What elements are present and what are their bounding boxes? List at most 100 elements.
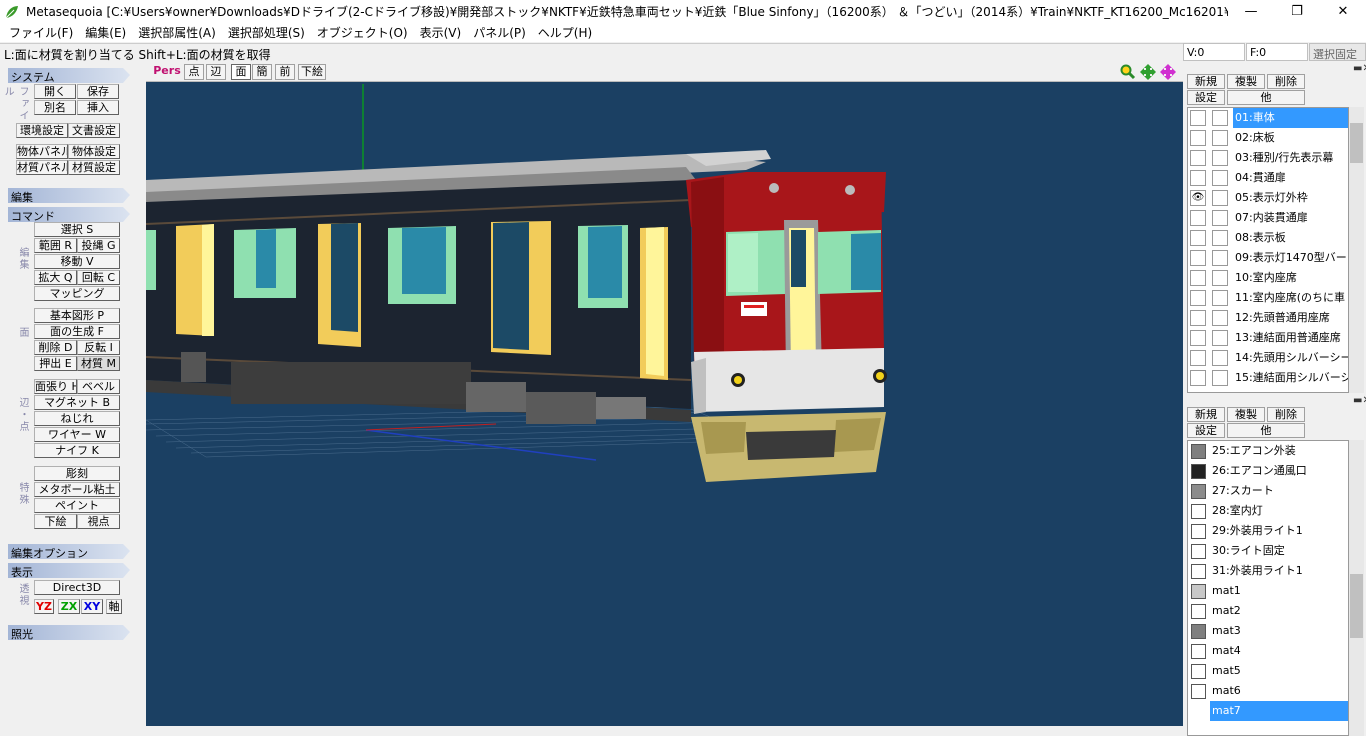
visibility-toggle[interactable] bbox=[1190, 290, 1206, 306]
list-item[interactable]: 31:外装用ライト1 bbox=[1188, 561, 1348, 581]
rotate-tool-button[interactable]: 回転 C bbox=[77, 270, 120, 285]
list-item[interactable]: 30:ライト固定 bbox=[1188, 541, 1348, 561]
object-settings-button[interactable]: 物体設定 bbox=[68, 144, 120, 159]
yz-view-button[interactable]: YZ bbox=[34, 599, 54, 614]
face-stretch-button[interactable]: 面張り H bbox=[34, 379, 77, 394]
object-settings-button[interactable]: 設定 bbox=[1187, 90, 1225, 105]
object-panel-close-icon[interactable]: ▬✕ bbox=[1353, 63, 1366, 74]
3d-viewport[interactable]: Pers 点 辺 面 簡 前 下絵 bbox=[146, 62, 1183, 726]
open-button[interactable]: 開く bbox=[34, 84, 76, 99]
delete-tool-button[interactable]: 削除 D bbox=[34, 340, 77, 355]
list-item[interactable]: mat3 bbox=[1188, 621, 1348, 641]
visibility-toggle[interactable] bbox=[1190, 230, 1206, 246]
material-delete-button[interactable]: 削除 bbox=[1267, 407, 1305, 422]
object-duplicate-button[interactable]: 複製 bbox=[1227, 74, 1265, 89]
object-other-button[interactable]: 他 bbox=[1227, 90, 1305, 105]
eye-icon[interactable]: 👁 bbox=[1190, 190, 1206, 206]
list-item[interactable]: 04:貫通扉 bbox=[1188, 168, 1348, 188]
viewpoint-tool-button[interactable]: 視点 bbox=[77, 514, 120, 529]
lock-toggle[interactable] bbox=[1212, 250, 1228, 266]
visibility-toggle[interactable] bbox=[1190, 330, 1206, 346]
mapping-tool-button[interactable]: マッピング bbox=[34, 286, 120, 301]
lock-toggle[interactable] bbox=[1212, 290, 1228, 306]
lock-toggle[interactable] bbox=[1212, 170, 1228, 186]
visibility-toggle[interactable] bbox=[1190, 170, 1206, 186]
list-item[interactable]: 10:室内座席 bbox=[1188, 268, 1348, 288]
list-item[interactable]: 09:表示灯1470型バー bbox=[1188, 248, 1348, 268]
list-item[interactable]: 👁 05:表示灯外枠 bbox=[1188, 188, 1348, 208]
lock-toggle[interactable] bbox=[1212, 110, 1228, 126]
knife-tool-button[interactable]: ナイフ K bbox=[34, 443, 120, 458]
scale-tool-button[interactable]: 拡大 Q bbox=[34, 270, 77, 285]
list-item[interactable]: 01:車体 bbox=[1188, 108, 1348, 128]
list-item[interactable]: 25:エアコン外装 bbox=[1188, 441, 1348, 461]
env-settings-button[interactable]: 環境設定 bbox=[16, 123, 68, 138]
lock-toggle[interactable] bbox=[1212, 230, 1228, 246]
select-tool-button[interactable]: 選択 S bbox=[34, 222, 120, 237]
list-item[interactable]: mat2 bbox=[1188, 601, 1348, 621]
menu-file[interactable]: ファイル(F) bbox=[3, 24, 79, 41]
lock-toggle[interactable] bbox=[1212, 130, 1228, 146]
front-view-button[interactable]: 前 bbox=[275, 64, 295, 80]
magnet-tool-button[interactable]: マグネット B bbox=[34, 395, 120, 410]
menu-view[interactable]: 表示(V) bbox=[414, 24, 468, 41]
axis-toggle-button[interactable]: 軸 bbox=[106, 599, 122, 614]
list-item[interactable]: 14:先頭用シルバーシー bbox=[1188, 348, 1348, 368]
face-generate-button[interactable]: 面の生成 F bbox=[34, 324, 120, 339]
list-item[interactable]: 27:スカート bbox=[1188, 481, 1348, 501]
menu-selection-attr[interactable]: 選択部属性(A) bbox=[132, 24, 222, 41]
pan-icon[interactable] bbox=[1140, 64, 1156, 80]
material-duplicate-button[interactable]: 複製 bbox=[1227, 407, 1265, 422]
list-item[interactable]: 07:内装貫通扉 bbox=[1188, 208, 1348, 228]
menu-help[interactable]: ヘルプ(H) bbox=[532, 24, 598, 41]
section-edit[interactable]: 編集 bbox=[8, 188, 130, 203]
material-other-button[interactable]: 他 bbox=[1227, 423, 1305, 438]
object-panel-button[interactable]: 物体パネル bbox=[16, 144, 68, 159]
list-item[interactable]: 08:表示板 bbox=[1188, 228, 1348, 248]
flip-tool-button[interactable]: 反転 I bbox=[77, 340, 120, 355]
object-new-button[interactable]: 新規 bbox=[1187, 74, 1225, 89]
basic-shape-button[interactable]: 基本図形 P bbox=[34, 308, 120, 323]
lock-toggle[interactable] bbox=[1212, 350, 1228, 366]
lock-toggle[interactable] bbox=[1212, 370, 1228, 386]
section-system[interactable]: システム bbox=[8, 68, 130, 83]
material-new-button[interactable]: 新規 bbox=[1187, 407, 1225, 422]
list-item[interactable]: 13:連結面用普通座席 bbox=[1188, 328, 1348, 348]
minimize-button[interactable]: — bbox=[1228, 0, 1274, 23]
lock-toggle[interactable] bbox=[1212, 190, 1228, 206]
visibility-toggle[interactable] bbox=[1190, 150, 1206, 166]
lock-toggle[interactable] bbox=[1212, 150, 1228, 166]
section-display[interactable]: 表示 bbox=[8, 563, 130, 578]
insert-button[interactable]: 挿入 bbox=[77, 100, 119, 115]
menu-selection-proc[interactable]: 選択部処理(S) bbox=[222, 24, 311, 41]
selection-lock-button[interactable]: 選択固定 bbox=[1309, 43, 1366, 61]
list-item[interactable]: mat4 bbox=[1188, 641, 1348, 661]
underlay-tool-button[interactable]: 下絵 bbox=[34, 514, 77, 529]
visibility-toggle[interactable] bbox=[1190, 310, 1206, 326]
range-tool-button[interactable]: 範囲 R bbox=[34, 238, 77, 253]
face-mode-button[interactable]: 面 bbox=[231, 64, 251, 80]
paint-tool-button[interactable]: ペイント bbox=[34, 498, 120, 513]
xy-view-button[interactable]: XY bbox=[81, 599, 103, 614]
section-command[interactable]: コマンド bbox=[8, 207, 130, 222]
lock-toggle[interactable] bbox=[1212, 210, 1228, 226]
menu-object[interactable]: オブジェクト(O) bbox=[311, 24, 414, 41]
underlay-view-button[interactable]: 下絵 bbox=[298, 64, 326, 80]
visibility-toggle[interactable] bbox=[1190, 250, 1206, 266]
twist-tool-button[interactable]: ねじれ bbox=[34, 411, 120, 426]
menu-panel[interactable]: パネル(P) bbox=[467, 24, 532, 41]
lock-toggle[interactable] bbox=[1212, 310, 1228, 326]
list-item[interactable]: mat5 bbox=[1188, 661, 1348, 681]
move-tool-button[interactable]: 移動 V bbox=[34, 254, 120, 269]
menu-edit[interactable]: 編集(E) bbox=[79, 24, 132, 41]
list-item[interactable]: mat6 bbox=[1188, 681, 1348, 701]
list-item[interactable]: mat1 bbox=[1188, 581, 1348, 601]
material-settings-button[interactable]: 設定 bbox=[1187, 423, 1225, 438]
visibility-toggle[interactable] bbox=[1190, 350, 1206, 366]
list-item[interactable]: 29:外装用ライト1 bbox=[1188, 521, 1348, 541]
save-as-button[interactable]: 別名 bbox=[34, 100, 76, 115]
list-item[interactable]: 28:室内灯 bbox=[1188, 501, 1348, 521]
list-item[interactable]: 03:種別/行先表示幕 bbox=[1188, 148, 1348, 168]
perspective-label[interactable]: Pers bbox=[150, 64, 184, 80]
material-panel-close-icon[interactable]: ▬✕ bbox=[1353, 395, 1366, 406]
